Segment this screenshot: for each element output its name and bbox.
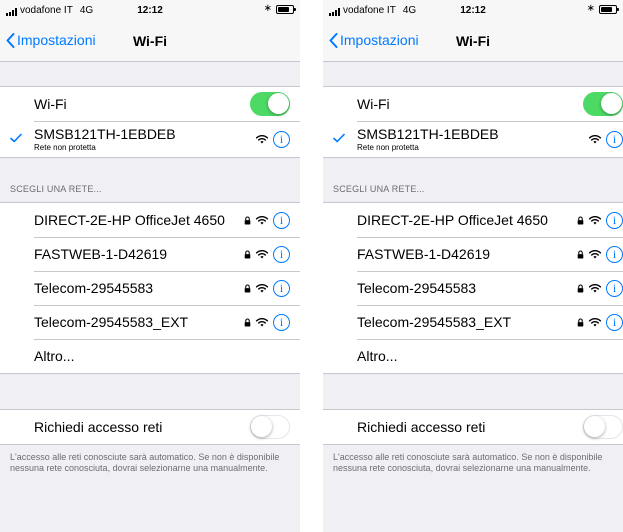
status-bar: vodafone IT 4G 12:12 ∗ bbox=[0, 0, 300, 20]
lock-icon bbox=[577, 284, 584, 293]
ask-to-join-toggle[interactable] bbox=[583, 415, 623, 439]
wifi-group: Wi-Fi SMSB121TH-1EBDEB Rete non protetta… bbox=[0, 86, 300, 158]
wifi-signal-icon bbox=[588, 317, 602, 328]
other-network-row[interactable]: Altro... bbox=[0, 339, 300, 373]
ask-to-join-group: Richiedi accesso reti bbox=[0, 409, 300, 445]
ask-to-join-footer: L'accesso alle reti conosciute sarà auto… bbox=[333, 452, 603, 473]
settings-screen-right: vodafone IT 4G 12:12 ∗ Impostazioni Wi-F… bbox=[323, 0, 623, 532]
connected-network-name: SMSB121TH-1EBDEB bbox=[34, 126, 176, 142]
network-row[interactable]: DIRECT-2E-HP OfficeJet 4650 i bbox=[323, 203, 623, 237]
wifi-toggle-row: Wi-Fi bbox=[0, 87, 300, 121]
network-name: Telecom-29545583 bbox=[34, 280, 154, 296]
wifi-signal-icon bbox=[588, 249, 602, 260]
network-name: Telecom-29545583_EXT bbox=[34, 314, 189, 330]
connected-network-row[interactable]: SMSB121TH-1EBDEB Rete non protetta i bbox=[0, 121, 300, 157]
wifi-toggle[interactable] bbox=[250, 92, 290, 116]
wifi-signal-icon bbox=[255, 283, 269, 294]
info-icon[interactable]: i bbox=[606, 245, 623, 263]
networks-list: DIRECT-2E-HP OfficeJet 4650 i FASTWEB-1-… bbox=[323, 202, 623, 374]
info-icon[interactable]: i bbox=[606, 313, 623, 331]
section-header: SCEGLI UNA RETE... bbox=[10, 184, 102, 194]
lock-icon bbox=[577, 318, 584, 327]
checkmark-icon bbox=[333, 133, 345, 143]
network-name: DIRECT-2E-HP OfficeJet 4650 bbox=[34, 212, 225, 228]
section-header: SCEGLI UNA RETE... bbox=[333, 184, 425, 194]
wifi-signal-icon bbox=[255, 134, 269, 145]
network-row[interactable]: FASTWEB-1-D42619 i bbox=[323, 237, 623, 271]
page-title: Wi-Fi bbox=[455, 33, 491, 49]
info-icon[interactable]: i bbox=[273, 211, 290, 229]
bluetooth-icon: ∗ bbox=[263, 3, 272, 14]
network-row[interactable]: Telecom-29545583_EXT i bbox=[0, 305, 300, 339]
checkmark-icon bbox=[10, 133, 22, 143]
ask-to-join-row: Richiedi accesso reti bbox=[323, 410, 623, 444]
network-row[interactable]: FASTWEB-1-D42619 i bbox=[0, 237, 300, 271]
network-name: DIRECT-2E-HP OfficeJet 4650 bbox=[357, 212, 548, 228]
battery-icon bbox=[599, 4, 619, 14]
wifi-toggle-label: Wi-Fi bbox=[34, 96, 67, 112]
info-icon[interactable]: i bbox=[273, 130, 290, 148]
other-network-label: Altro... bbox=[357, 348, 398, 364]
network-name: Telecom-29545583_EXT bbox=[357, 314, 512, 330]
wifi-signal-icon bbox=[588, 283, 602, 294]
info-icon[interactable]: i bbox=[273, 245, 290, 263]
lock-icon bbox=[244, 216, 251, 225]
status-time: 12:12 bbox=[460, 5, 486, 16]
wifi-toggle-label: Wi-Fi bbox=[357, 96, 390, 112]
wifi-signal-icon bbox=[255, 215, 269, 226]
navigation-bar: Impostazioni Wi-Fi bbox=[323, 20, 623, 62]
lock-icon bbox=[577, 216, 584, 225]
settings-screen-left: vodafone IT 4G 12:12 ∗ Impostazioni Wi-F… bbox=[0, 0, 300, 532]
battery-icon bbox=[276, 4, 296, 14]
networks-list: DIRECT-2E-HP OfficeJet 4650 i FASTWEB-1-… bbox=[0, 202, 300, 374]
lock-icon bbox=[577, 250, 584, 259]
connected-network-subtitle: Rete non protetta bbox=[357, 143, 419, 152]
ask-to-join-footer: L'accesso alle reti conosciute sarà auto… bbox=[10, 452, 280, 473]
info-icon[interactable]: i bbox=[606, 279, 623, 297]
lock-icon bbox=[244, 250, 251, 259]
network-row[interactable]: Telecom-29545583_EXT i bbox=[323, 305, 623, 339]
lock-icon bbox=[244, 284, 251, 293]
info-icon[interactable]: i bbox=[606, 130, 623, 148]
connected-network-row[interactable]: SMSB121TH-1EBDEB Rete non protetta i bbox=[323, 121, 623, 157]
info-icon[interactable]: i bbox=[273, 313, 290, 331]
ask-to-join-label: Richiedi accesso reti bbox=[34, 419, 163, 435]
network-row[interactable]: Telecom-29545583 i bbox=[0, 271, 300, 305]
wifi-toggle[interactable] bbox=[583, 92, 623, 116]
wifi-signal-icon bbox=[588, 134, 602, 145]
network-name: FASTWEB-1-D42619 bbox=[34, 246, 168, 262]
network-row[interactable]: Telecom-29545583 i bbox=[323, 271, 623, 305]
network-name: FASTWEB-1-D42619 bbox=[357, 246, 491, 262]
network-name: Telecom-29545583 bbox=[357, 280, 477, 296]
wifi-signal-icon bbox=[255, 317, 269, 328]
ask-to-join-row: Richiedi accesso reti bbox=[0, 410, 300, 444]
info-icon[interactable]: i bbox=[606, 211, 623, 229]
ask-to-join-group: Richiedi accesso reti bbox=[323, 409, 623, 445]
other-network-label: Altro... bbox=[34, 348, 75, 364]
wifi-toggle-row: Wi-Fi bbox=[323, 87, 623, 121]
wifi-group: Wi-Fi SMSB121TH-1EBDEB Rete non protetta… bbox=[323, 86, 623, 158]
wifi-signal-icon bbox=[255, 249, 269, 260]
ask-to-join-label: Richiedi accesso reti bbox=[357, 419, 486, 435]
status-time: 12:12 bbox=[137, 5, 163, 16]
info-icon[interactable]: i bbox=[273, 279, 290, 297]
other-network-row[interactable]: Altro... bbox=[323, 339, 623, 373]
navigation-bar: Impostazioni Wi-Fi bbox=[0, 20, 300, 62]
lock-icon bbox=[244, 318, 251, 327]
wifi-signal-icon bbox=[588, 215, 602, 226]
ask-to-join-toggle[interactable] bbox=[250, 415, 290, 439]
connected-network-name: SMSB121TH-1EBDEB bbox=[357, 126, 499, 142]
status-bar: vodafone IT 4G 12:12 ∗ bbox=[323, 0, 623, 20]
page-title: Wi-Fi bbox=[132, 33, 168, 49]
network-row[interactable]: DIRECT-2E-HP OfficeJet 4650 i bbox=[0, 203, 300, 237]
connected-network-subtitle: Rete non protetta bbox=[34, 143, 96, 152]
bluetooth-icon: ∗ bbox=[586, 3, 595, 14]
